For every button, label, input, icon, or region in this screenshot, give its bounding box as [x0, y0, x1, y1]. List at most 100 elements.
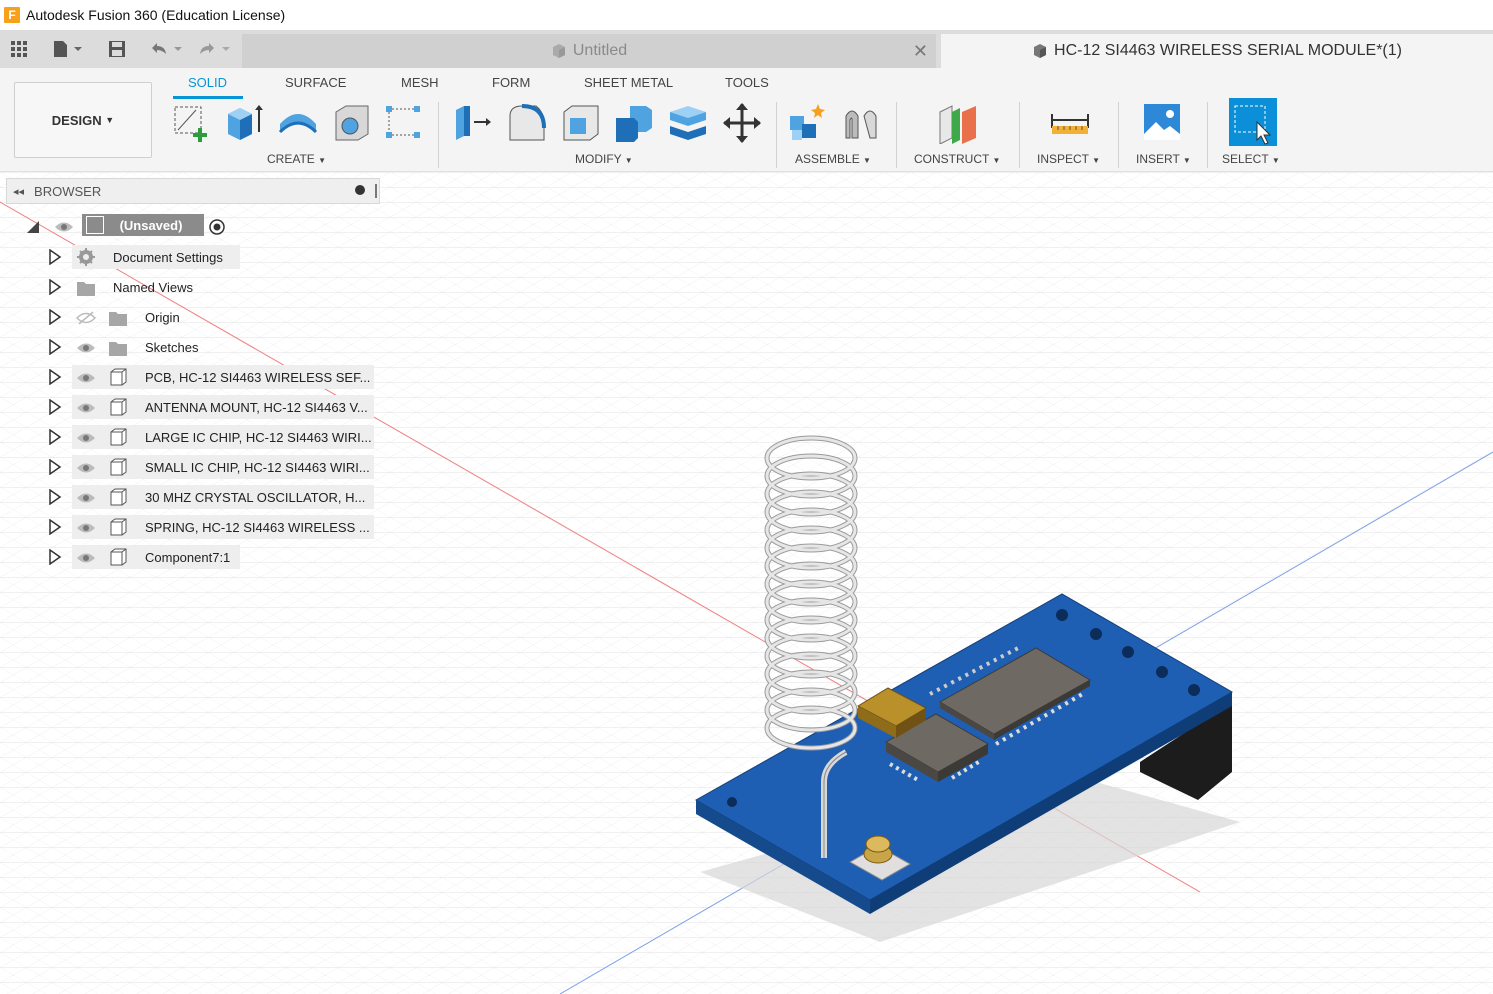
browser-title: BROWSER: [34, 183, 102, 199]
browser-item-spring[interactable]: SPRING, HC-12 SI4463 WIRELESS ...: [0, 514, 380, 540]
joint-icon[interactable]: [842, 102, 882, 144]
hole-icon[interactable]: [332, 102, 372, 144]
revolve-icon[interactable]: [278, 102, 318, 144]
visibility-eye-icon[interactable]: [76, 371, 96, 385]
expand-triangle-icon[interactable]: [48, 399, 62, 415]
browser-item-large-ic-chip[interactable]: LARGE IC CHIP, HC-12 SI4463 WIRI...: [0, 424, 380, 450]
shell-icon[interactable]: [560, 102, 600, 144]
folder-icon: [77, 282, 95, 296]
visibility-eye-icon[interactable]: [76, 521, 96, 535]
pattern-icon[interactable]: [384, 102, 424, 144]
visibility-eye-icon[interactable]: [54, 220, 74, 234]
expand-triangle-icon[interactable]: [48, 519, 62, 535]
visibility-eye-icon[interactable]: [76, 431, 96, 445]
expand-triangle-icon[interactable]: [48, 429, 62, 445]
move-icon[interactable]: [722, 102, 762, 144]
browser-item-sketches[interactable]: Sketches: [0, 334, 380, 360]
tab-untitled[interactable]: Untitled ✕: [242, 34, 936, 68]
expand-triangle-icon[interactable]: [48, 339, 62, 355]
resize-handle-icon[interactable]: [375, 184, 377, 198]
browser-item-label: Named Views: [113, 279, 193, 295]
tab-tools[interactable]: TOOLS: [725, 75, 769, 90]
inspect-menu[interactable]: INSPECT ▼: [1037, 152, 1100, 166]
window-title: Autodesk Fusion 360 (Education License): [26, 7, 286, 23]
expand-triangle-icon[interactable]: [48, 369, 62, 385]
visibility-eye-icon[interactable]: [76, 491, 96, 505]
visibility-eye-icon[interactable]: [76, 461, 96, 475]
select-icon[interactable]: [1229, 98, 1277, 146]
create-menu[interactable]: CREATE ▼: [267, 152, 326, 166]
component-icon: [110, 548, 127, 566]
browser-item-crystal-oscillator[interactable]: 30 MHZ CRYSTAL OSCILLATOR, H...: [0, 484, 380, 510]
expand-triangle-icon[interactable]: [48, 309, 62, 325]
measure-icon[interactable]: [1050, 102, 1090, 144]
fillet-icon[interactable]: [506, 102, 546, 144]
browser-item-component7[interactable]: Component7:1: [0, 544, 380, 570]
caret-down-icon: ▼: [105, 115, 115, 125]
tab-label: Untitled: [572, 42, 628, 59]
split-body-icon[interactable]: [668, 102, 708, 144]
browser-item-label: Sketches: [145, 339, 199, 355]
select-menu[interactable]: SELECT ▼: [1222, 152, 1280, 166]
visibility-eye-icon[interactable]: [76, 401, 96, 415]
tab-label: HC-12 SI4463 WIRELESS SERIAL MODULE*(1): [1054, 42, 1402, 59]
expand-triangle-icon[interactable]: [48, 279, 62, 295]
browser-item-named-views[interactable]: Named Views: [0, 274, 380, 300]
expand-triangle-icon[interactable]: [48, 489, 62, 505]
close-icon[interactable]: ✕: [913, 41, 928, 62]
undo-icon[interactable]: [148, 30, 188, 68]
combine-icon[interactable]: [614, 102, 654, 144]
minimize-icon[interactable]: [355, 185, 365, 195]
workspace-switcher-button[interactable]: DESIGN ▼: [14, 82, 152, 158]
separator: [776, 102, 777, 168]
new-component-icon[interactable]: [788, 102, 828, 144]
browser-item-label: LARGE IC CHIP, HC-12 SI4463 WIRI...: [145, 429, 372, 445]
root-label-text: (Unsaved): [119, 217, 183, 233]
redo-icon[interactable]: [196, 30, 236, 68]
tab-hc12-module[interactable]: HC-12 SI4463 WIRELESS SERIAL MODULE*(1): [941, 34, 1493, 68]
tab-sheet-metal[interactable]: SHEET METAL: [584, 75, 673, 90]
tab-mesh[interactable]: MESH: [401, 75, 439, 90]
tab-solid[interactable]: SOLID: [188, 75, 227, 90]
browser-item-label: ANTENNA MOUNT, HC-12 SI4463 V...: [145, 399, 368, 415]
construct-menu[interactable]: CONSTRUCT ▼: [914, 152, 1000, 166]
tab-surface[interactable]: SURFACE: [285, 75, 346, 90]
browser-item-label: Origin: [145, 309, 180, 325]
separator: [1019, 102, 1020, 168]
press-pull-icon[interactable]: [452, 102, 492, 144]
collapse-panel-icon[interactable]: ◂◂: [13, 185, 24, 198]
browser-item-label: SMALL IC CHIP, HC-12 SI4463 WIRI...: [145, 459, 370, 475]
browser-item-label: Document Settings: [113, 249, 223, 265]
save-icon[interactable]: [107, 30, 127, 68]
expand-triangle-icon[interactable]: [48, 249, 62, 265]
activate-radio-icon[interactable]: [208, 218, 226, 236]
create-sketch-icon[interactable]: [170, 102, 210, 144]
root-component-row[interactable]: (Unsaved): [0, 214, 240, 240]
insert-image-icon[interactable]: [1142, 102, 1182, 144]
browser-item-document-settings[interactable]: Document Settings: [0, 244, 380, 270]
hidden-eye-icon[interactable]: [76, 311, 96, 325]
modify-menu[interactable]: MODIFY ▼: [575, 152, 633, 166]
component-icon: [110, 458, 127, 476]
expand-triangle-icon[interactable]: [48, 459, 62, 475]
visibility-eye-icon[interactable]: [76, 341, 96, 355]
expand-triangle-icon[interactable]: [48, 549, 62, 565]
collapse-triangle-icon[interactable]: [26, 220, 40, 234]
browser-item-label: 30 MHZ CRYSTAL OSCILLATOR, H...: [145, 489, 366, 505]
active-tab-underline: [173, 96, 243, 99]
visibility-eye-icon[interactable]: [76, 551, 96, 565]
extrude-icon[interactable]: [224, 102, 264, 144]
offset-plane-icon[interactable]: [938, 102, 978, 144]
browser-item-small-ic-chip[interactable]: SMALL IC CHIP, HC-12 SI4463 WIRI...: [0, 454, 380, 480]
data-panel-icon[interactable]: [10, 30, 30, 68]
assemble-menu[interactable]: ASSEMBLE ▼: [795, 152, 871, 166]
file-menu-icon[interactable]: [52, 30, 84, 68]
browser-item-antenna-mount[interactable]: ANTENNA MOUNT, HC-12 SI4463 V...: [0, 394, 380, 420]
browser-item-origin[interactable]: Origin: [0, 304, 380, 330]
insert-menu[interactable]: INSERT ▼: [1136, 152, 1191, 166]
tab-form[interactable]: FORM: [492, 75, 530, 90]
component-icon: [110, 488, 127, 506]
browser-item-pcb[interactable]: PCB, HC-12 SI4463 WIRELESS SEF...: [0, 364, 380, 390]
root-label[interactable]: (Unsaved): [82, 214, 204, 236]
browser-item-label: PCB, HC-12 SI4463 WIRELESS SEF...: [145, 369, 371, 385]
